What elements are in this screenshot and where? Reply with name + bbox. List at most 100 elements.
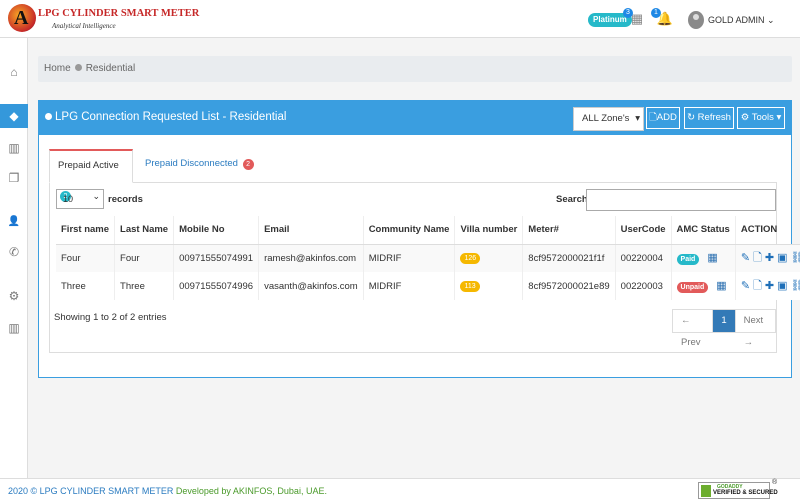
lock-icon — [701, 485, 711, 497]
settings-icon[interactable]: ⚙ — [0, 284, 28, 308]
notification-count-badge: 1 — [651, 8, 661, 18]
column-header[interactable]: Community Name — [363, 216, 456, 245]
edit-icon[interactable]: ✎ — [741, 279, 750, 292]
gears-icon: ⚙ — [740, 112, 750, 123]
footer: 2020 © LPG CYLINDER SMART METER Develope… — [0, 478, 800, 500]
meter-cell: 8cf9572000021f1f — [522, 244, 616, 272]
villa-badge: 126 — [460, 253, 481, 265]
edit-icon[interactable]: ✎ — [741, 251, 750, 264]
email-cell: vasanth@akinfos.com — [258, 272, 364, 300]
developer-text[interactable]: Developed by AKINFOS, Dubai, UAE. — [176, 486, 327, 496]
logo-emblem: A — [8, 4, 36, 32]
link-icon[interactable]: ⛓ — [791, 251, 800, 264]
breadcrumb-separator — [74, 64, 82, 71]
page-title: LPG Connection Requested List - Resident… — [45, 111, 286, 123]
calendar-icon[interactable]: ▦ 3 — [623, 8, 646, 28]
column-header[interactable]: Last Name — [114, 216, 175, 245]
column-header[interactable]: Mobile No — [173, 216, 260, 245]
villa-cell: 113 — [454, 272, 524, 300]
security-seal[interactable]: GODADDY VERIFIED & SECURED — [698, 482, 778, 499]
first-name-cell: Four — [56, 244, 116, 272]
community-cell: MIDRIF — [363, 272, 456, 300]
plus-icon[interactable]: ✚ — [765, 279, 774, 292]
breadcrumb-current: Residential — [85, 63, 136, 74]
panel-header: LPG Connection Requested List - Resident… — [39, 101, 791, 135]
document-icon[interactable]: 🗋 — [753, 277, 762, 296]
community-cell: MIDRIF — [363, 244, 456, 272]
phone-icon[interactable]: ✆ — [0, 240, 28, 264]
table-row: Three Three 00971555074996 vasanth@akinf… — [56, 272, 800, 300]
link-icon[interactable]: ⛓ — [791, 279, 800, 292]
breadcrumb-home[interactable]: Home — [44, 63, 71, 74]
first-name-cell: Three — [56, 272, 116, 300]
action-cell: ✎ 🗋 ✚ ▣ ⛓ — [735, 244, 800, 272]
villa-cell: 126 — [454, 244, 524, 272]
image-icon[interactable]: ▣ — [777, 251, 787, 264]
pagination: ← Prev 1 Next → — [672, 309, 776, 348]
column-header[interactable]: Email — [258, 216, 364, 245]
amc-cell: Unpaid ▦ — [671, 272, 736, 300]
records-label: records — [108, 194, 143, 205]
user-icon[interactable]: 👤 — [0, 210, 28, 234]
column-header: ACTION — [735, 216, 800, 245]
diamond-icon[interactable]: ◆ — [0, 104, 28, 128]
top-bar: A LPG CYLINDER SMART METER Analytical In… — [0, 0, 800, 38]
table-header-row: First name Last Name Mobile No Email Com… — [56, 216, 800, 245]
column-header[interactable]: First name — [56, 216, 116, 245]
add-button[interactable]: 🗋ADD — [646, 107, 680, 129]
copy-icon[interactable]: ❐ — [0, 166, 28, 190]
meter-cell: 8cf9572000021e89 — [522, 272, 616, 300]
refresh-button[interactable]: ↻ Refresh — [684, 107, 734, 129]
home-icon[interactable]: ⌂ — [0, 60, 28, 84]
amc-cell: Paid ▦ — [671, 244, 736, 272]
tools-button[interactable]: ⚙ Tools ▾ — [737, 107, 785, 129]
amc-status-badge: Unpaid — [676, 282, 709, 293]
last-name-cell: Four — [114, 244, 175, 272]
entries-info: Showing 1 to 2 of 2 entries — [54, 312, 167, 323]
amc-status-badge: Paid — [676, 254, 700, 266]
plus-icon[interactable]: ✚ — [765, 251, 774, 264]
page-number-button[interactable]: 1 — [713, 310, 736, 332]
tab-prepaid-disconnected[interactable]: Prepaid Disconnected 2 — [137, 149, 262, 183]
column-header[interactable]: AMC Status — [671, 216, 736, 245]
user-menu[interactable]: GOLD ADMIN ⌄ — [708, 15, 775, 26]
email-cell: ramesh@akinfos.com — [258, 244, 364, 272]
column-header[interactable]: Villa number — [454, 216, 524, 245]
last-name-cell: Three — [114, 272, 175, 300]
logo-tagline: Analytical Intelligence — [52, 22, 116, 30]
next-page-button[interactable]: Next → — [736, 310, 775, 348]
report-icon[interactable]: ▥ — [0, 316, 28, 340]
calendar-icon[interactable]: ▦ — [716, 279, 726, 292]
chart-icon[interactable]: ▥ — [0, 136, 28, 160]
main-panel: LPG Connection Requested List - Resident… — [38, 100, 800, 378]
search-input[interactable] — [586, 189, 776, 211]
refresh-icon: ↻ — [687, 112, 696, 123]
count-badge: 2 — [242, 159, 254, 170]
usercode-cell: 00220003 — [615, 272, 672, 300]
bell-icon[interactable]: 🔔 1 — [651, 8, 674, 28]
document-icon[interactable]: 🗋 — [753, 249, 762, 268]
page-length-select[interactable]: 10 — [56, 187, 104, 209]
logo-name: LPG CYLINDER SMART METER — [38, 8, 200, 19]
mobile-cell: 00971555074991 — [173, 244, 260, 272]
prev-page-button[interactable]: ← Prev — [673, 310, 714, 348]
registered-mark: ® — [772, 479, 778, 486]
table-row: Four Four 00971555074991 ramesh@akinfos.… — [56, 244, 800, 272]
zone-select[interactable]: ALL Zone's — [573, 107, 644, 131]
column-header[interactable]: Meter# — [522, 216, 616, 245]
mobile-cell: 00971555074996 — [173, 272, 260, 300]
villa-badge: 113 — [460, 281, 480, 292]
title-bullet-icon — [45, 113, 52, 120]
chevron-down-icon: ▾ — [776, 112, 782, 123]
copyright-text: 2020 © LPG CYLINDER SMART METER — [8, 486, 174, 496]
calendar-icon[interactable]: ▦ — [707, 251, 717, 264]
app-logo[interactable]: A LPG CYLINDER SMART METER Analytical In… — [8, 4, 199, 34]
footer-text: 2020 © LPG CYLINDER SMART METER Develope… — [8, 486, 327, 496]
avatar[interactable] — [688, 11, 704, 29]
tab-prepaid-active[interactable]: Prepaid Active 2 — [49, 149, 133, 202]
data-table: First name Last Name Mobile No Email Com… — [56, 216, 800, 300]
breadcrumb: Home Residential — [38, 56, 792, 82]
image-icon[interactable]: ▣ — [777, 279, 787, 292]
column-header[interactable]: UserCode — [615, 216, 672, 245]
tab-bar: Prepaid Active 2 Prepaid Disconnected 2 — [49, 149, 777, 202]
